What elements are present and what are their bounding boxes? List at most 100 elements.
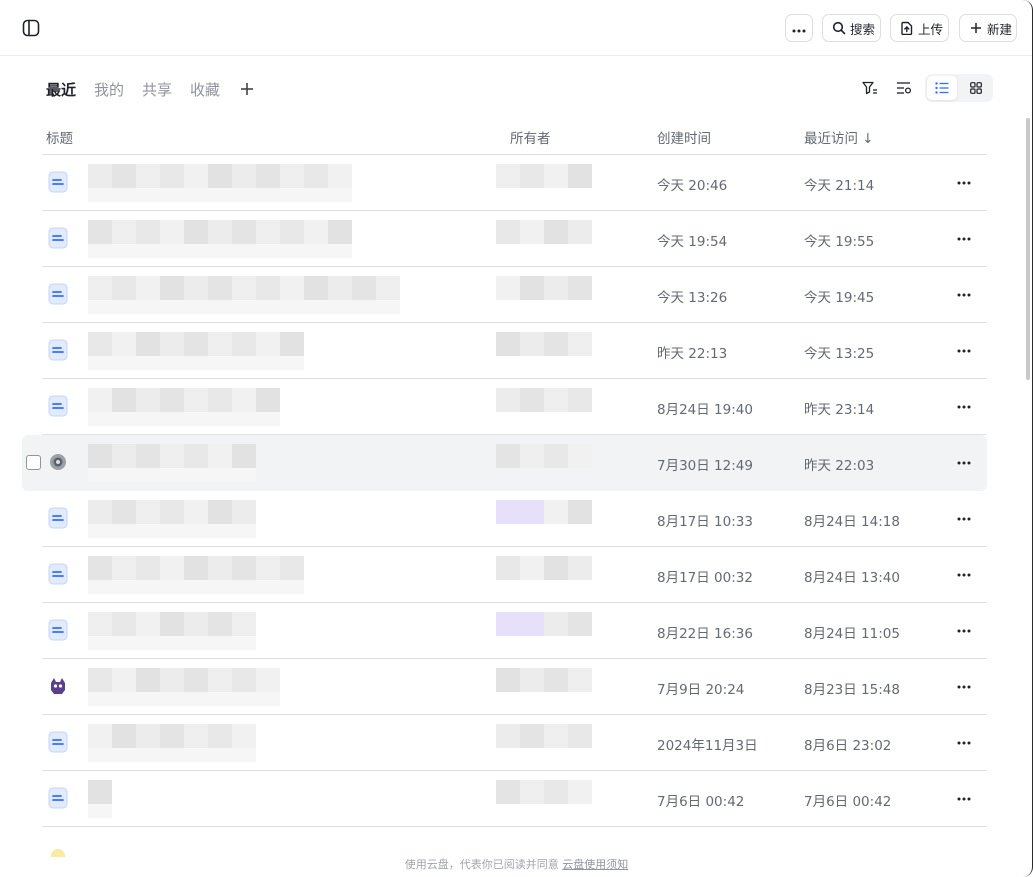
table-row[interactable]: 8月22日 16:36 8月24日 11:05 [42, 603, 987, 659]
redacted-title[interactable] [88, 388, 280, 426]
row-more-icon[interactable] [954, 285, 974, 305]
accessed-time: 8月24日 11:05 [804, 626, 900, 642]
doc-icon [48, 507, 68, 531]
created-time: 昨天 22:13 [657, 346, 728, 362]
redacted-title[interactable] [88, 444, 256, 482]
table-row[interactable]: 7月6日 00:42 7月6日 00:42 [42, 771, 987, 827]
view-toggle [925, 74, 993, 102]
redacted-title[interactable] [88, 780, 112, 818]
redacted-title[interactable] [88, 220, 352, 258]
row-more-icon[interactable] [954, 397, 974, 417]
top-bar: 搜索 上传 新建 [0, 0, 1032, 56]
column-title[interactable]: 标题 [46, 127, 73, 147]
search-icon [831, 20, 847, 36]
redacted-owner [496, 500, 592, 538]
created-time: 2024年11月3日 [657, 738, 758, 754]
redacted-owner [496, 668, 592, 706]
created-time: 今天 20:46 [657, 178, 728, 194]
redacted-title[interactable] [88, 500, 256, 538]
new-button[interactable]: 新建 [959, 14, 1017, 42]
table-row[interactable]: 8月17日 10:33 8月24日 14:18 [42, 491, 987, 547]
table-row[interactable]: 8月17日 00:32 8月24日 13:40 [42, 547, 987, 603]
sidebar-toggle-icon[interactable] [20, 18, 42, 38]
created-time: 8月17日 00:32 [657, 570, 753, 586]
accessed-time: 今天 13:25 [804, 346, 875, 362]
doc-icon [48, 563, 68, 587]
tab-favorites[interactable]: 收藏 [190, 79, 220, 100]
table-row[interactable]: 今天 20:46 今天 21:14 [42, 155, 987, 211]
table-row[interactable]: 今天 13:26 今天 19:45 [42, 267, 987, 323]
table-row[interactable]: 7月9日 20:24 8月23日 15:48 [42, 659, 987, 715]
created-time: 7月6日 00:42 [657, 794, 745, 810]
redacted-title[interactable] [88, 668, 280, 706]
search-label: 搜索 [850, 21, 876, 37]
created-time: 今天 19:54 [657, 234, 728, 250]
table-header: 标题 所有者 创建时间 最近访问 ↓ [42, 118, 987, 155]
add-tab-icon[interactable] [240, 79, 254, 99]
redacted-title[interactable] [88, 724, 256, 762]
upload-label: 上传 [918, 21, 944, 37]
footer-terms-link[interactable]: 云盘使用须知 [562, 858, 628, 871]
doc-icon [48, 619, 68, 643]
list-view-icon[interactable] [927, 76, 957, 100]
row-more-icon[interactable] [954, 789, 974, 809]
tab-mine[interactable]: 我的 [94, 79, 124, 100]
row-more-icon[interactable] [954, 509, 974, 529]
more-button[interactable] [785, 14, 813, 42]
filter-icon[interactable] [860, 78, 880, 98]
more-icon [792, 21, 806, 36]
row-more-icon[interactable] [954, 173, 974, 193]
tab-bar: 最近 我的 共享 收藏 [46, 78, 254, 100]
redacted-owner [496, 276, 592, 314]
accessed-time: 昨天 22:03 [804, 458, 875, 474]
created-time: 7月30日 12:49 [657, 458, 753, 474]
created-time: 8月22日 16:36 [657, 626, 753, 642]
column-accessed[interactable]: 最近访问 ↓ [804, 127, 874, 147]
footer-notice: 使用云盘，代表你已阅读并同意 云盘使用须知 [0, 856, 1032, 872]
created-time: 7月9日 20:24 [657, 682, 745, 698]
doc-icon [48, 171, 68, 195]
table-row[interactable]: 今天 19:54 今天 19:55 [42, 211, 987, 267]
redacted-owner [496, 612, 592, 650]
column-owner[interactable]: 所有者 [510, 127, 551, 147]
redacted-title[interactable] [88, 276, 400, 314]
row-checkbox[interactable] [26, 455, 41, 470]
scrollbar[interactable] [1026, 118, 1030, 380]
redacted-title[interactable] [88, 556, 304, 594]
row-more-icon[interactable] [954, 733, 974, 753]
redacted-title[interactable] [88, 164, 352, 202]
row-more-icon[interactable] [954, 621, 974, 641]
created-time: 8月24日 19:40 [657, 402, 753, 418]
accessed-time: 今天 19:45 [804, 290, 875, 306]
table-row[interactable]: 8月24日 19:40 昨天 23:14 [42, 379, 987, 435]
upload-button[interactable]: 上传 [890, 14, 949, 42]
doc-icon [48, 227, 68, 251]
row-more-icon[interactable] [954, 341, 974, 361]
tab-shared[interactable]: 共享 [142, 79, 172, 100]
redacted-title[interactable] [88, 612, 256, 650]
row-more-icon[interactable] [954, 453, 974, 473]
row-more-icon[interactable] [954, 565, 974, 585]
row-more-icon[interactable] [954, 229, 974, 249]
row-more-icon[interactable] [954, 677, 974, 697]
display-settings-icon[interactable] [894, 78, 914, 98]
accessed-time: 昨天 23:14 [804, 402, 875, 418]
search-button[interactable]: 搜索 [822, 14, 881, 42]
redacted-owner [496, 332, 592, 370]
tab-recent[interactable]: 最近 [46, 79, 76, 100]
redacted-owner [496, 220, 592, 258]
column-created[interactable]: 创建时间 [657, 127, 711, 147]
table-row[interactable]: 昨天 22:13 今天 13:25 [42, 323, 987, 379]
table-row[interactable]: 7月30日 12:49 昨天 22:03 [22, 435, 987, 491]
partial-row [42, 843, 987, 857]
footer-text: 使用云盘，代表你已阅读并同意 [404, 858, 559, 871]
table-row[interactable]: 2024年11月3日 8月6日 23:02 [42, 715, 987, 771]
accessed-time: 8月24日 14:18 [804, 514, 900, 530]
redacted-title[interactable] [88, 332, 304, 370]
grid-view-icon[interactable] [961, 76, 991, 100]
redacted-owner [496, 388, 592, 426]
accessed-time: 8月6日 23:02 [804, 738, 892, 754]
created-time: 8月17日 10:33 [657, 514, 753, 530]
drive-window: 搜索 上传 新建 最近 我的 共享 收藏 标题 所有者 创建时间 最近访问 ↓ … [0, 0, 1033, 877]
redacted-owner [496, 724, 592, 762]
